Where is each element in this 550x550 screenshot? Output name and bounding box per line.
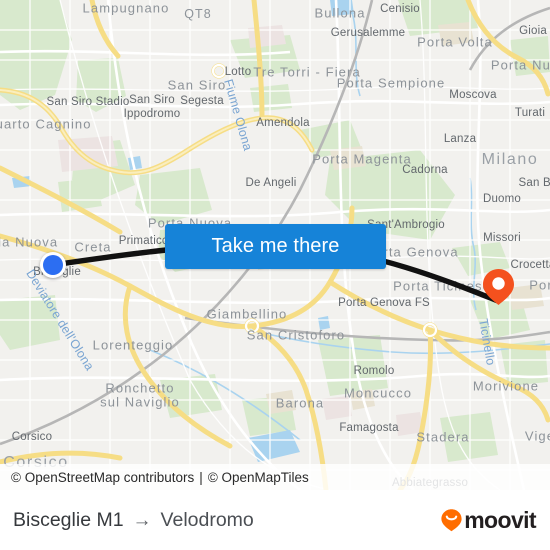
map-label: Ronchetto (105, 380, 175, 396)
map-label: Morivione (472, 378, 540, 394)
map-label: Porta Sempione (336, 75, 446, 91)
origin-marker[interactable] (40, 252, 66, 278)
map-label: Ippodromo (123, 108, 181, 120)
moovit-route-screenshot: Lampugnano QT8 Bullona Cenisio Gerusalemme Po… (0, 0, 550, 550)
origin-dot-core (43, 255, 63, 275)
map-label: Creta (74, 239, 112, 255)
map-label: Gerusalemme (330, 27, 406, 39)
footer-bar: Bisceglie M1 → Velodromo moovit (0, 490, 550, 550)
map-label: Turati (514, 107, 546, 119)
map-label: Stadera (416, 429, 470, 445)
map-label: Lanza (443, 133, 477, 145)
map-label: Duomo (482, 193, 522, 205)
map-label: Lampugnano (82, 0, 170, 16)
map-label: Milano (481, 151, 539, 168)
map-pin-icon (483, 269, 514, 305)
map-label: Porta Volta (417, 34, 493, 50)
route-title: Bisceglie M1 → Velodromo (13, 509, 254, 532)
map-label: San Siro (167, 77, 227, 93)
map-label: Vige (524, 428, 550, 444)
map-label: Lotto (224, 66, 252, 78)
map-label: Porta Magenta (312, 151, 412, 167)
map-label: Amendola (256, 117, 310, 129)
map-label: Quarto Cagnino (0, 116, 92, 132)
map-label: sul Naviglio (100, 394, 180, 410)
map-label: San Ba (518, 177, 550, 189)
map-canvas[interactable]: Lampugnano QT8 Bullona Cenisio Gerusalemme Po… (0, 0, 550, 490)
destination-marker[interactable] (481, 268, 516, 306)
map-label: Famagosta (339, 422, 399, 434)
moovit-logo[interactable]: moovit (440, 506, 537, 533)
map-label: San Siro (129, 94, 175, 106)
map-label: Crocetta (510, 259, 550, 271)
map-label: Missori (483, 232, 521, 244)
attribution-tiles[interactable]: © OpenMapTiles (208, 470, 309, 485)
map-label: Porta Nuova (490, 57, 550, 73)
take-me-there-button[interactable]: Take me there (165, 224, 386, 269)
map-label: Lorenteggio (92, 337, 174, 353)
arrow-right-icon: → (132, 509, 152, 531)
map-label: Cenisio (380, 3, 420, 15)
map-label: Cadorna (402, 164, 448, 176)
map-label: San Cristoforo (246, 327, 346, 343)
map-label: Bullona (314, 5, 366, 21)
map-label: Moncucco (343, 385, 413, 401)
attribution-separator: | (199, 469, 203, 485)
map-label: Porta Genova FS (338, 297, 430, 309)
map-label: Moscova (449, 89, 497, 101)
map-label: QT8 (184, 7, 212, 21)
route-origin-label: Bisceglie M1 (13, 508, 124, 531)
moovit-wordmark: moovit (464, 506, 536, 533)
route-destination-label: Velodromo (160, 508, 254, 531)
map-label: Segesta (180, 95, 224, 107)
map-label: Corsico (11, 431, 53, 443)
map-label: Barona (275, 395, 325, 411)
map-label: Romolo (353, 365, 395, 377)
attribution-osm[interactable]: © OpenStreetMap contributors (11, 470, 194, 485)
map-label: San Siro Stadio (46, 96, 130, 108)
map-attribution: © OpenStreetMap contributors | © OpenMap… (0, 464, 550, 490)
map-label: ella Nuova (0, 234, 59, 250)
map-label: De Angeli (245, 177, 297, 189)
moovit-pin-icon (441, 509, 462, 532)
map-label: Gioia (519, 25, 547, 37)
map-label: Porta Ticinese (393, 278, 491, 294)
map-label: Por (529, 277, 550, 293)
map-label: Giambellino (206, 306, 288, 322)
